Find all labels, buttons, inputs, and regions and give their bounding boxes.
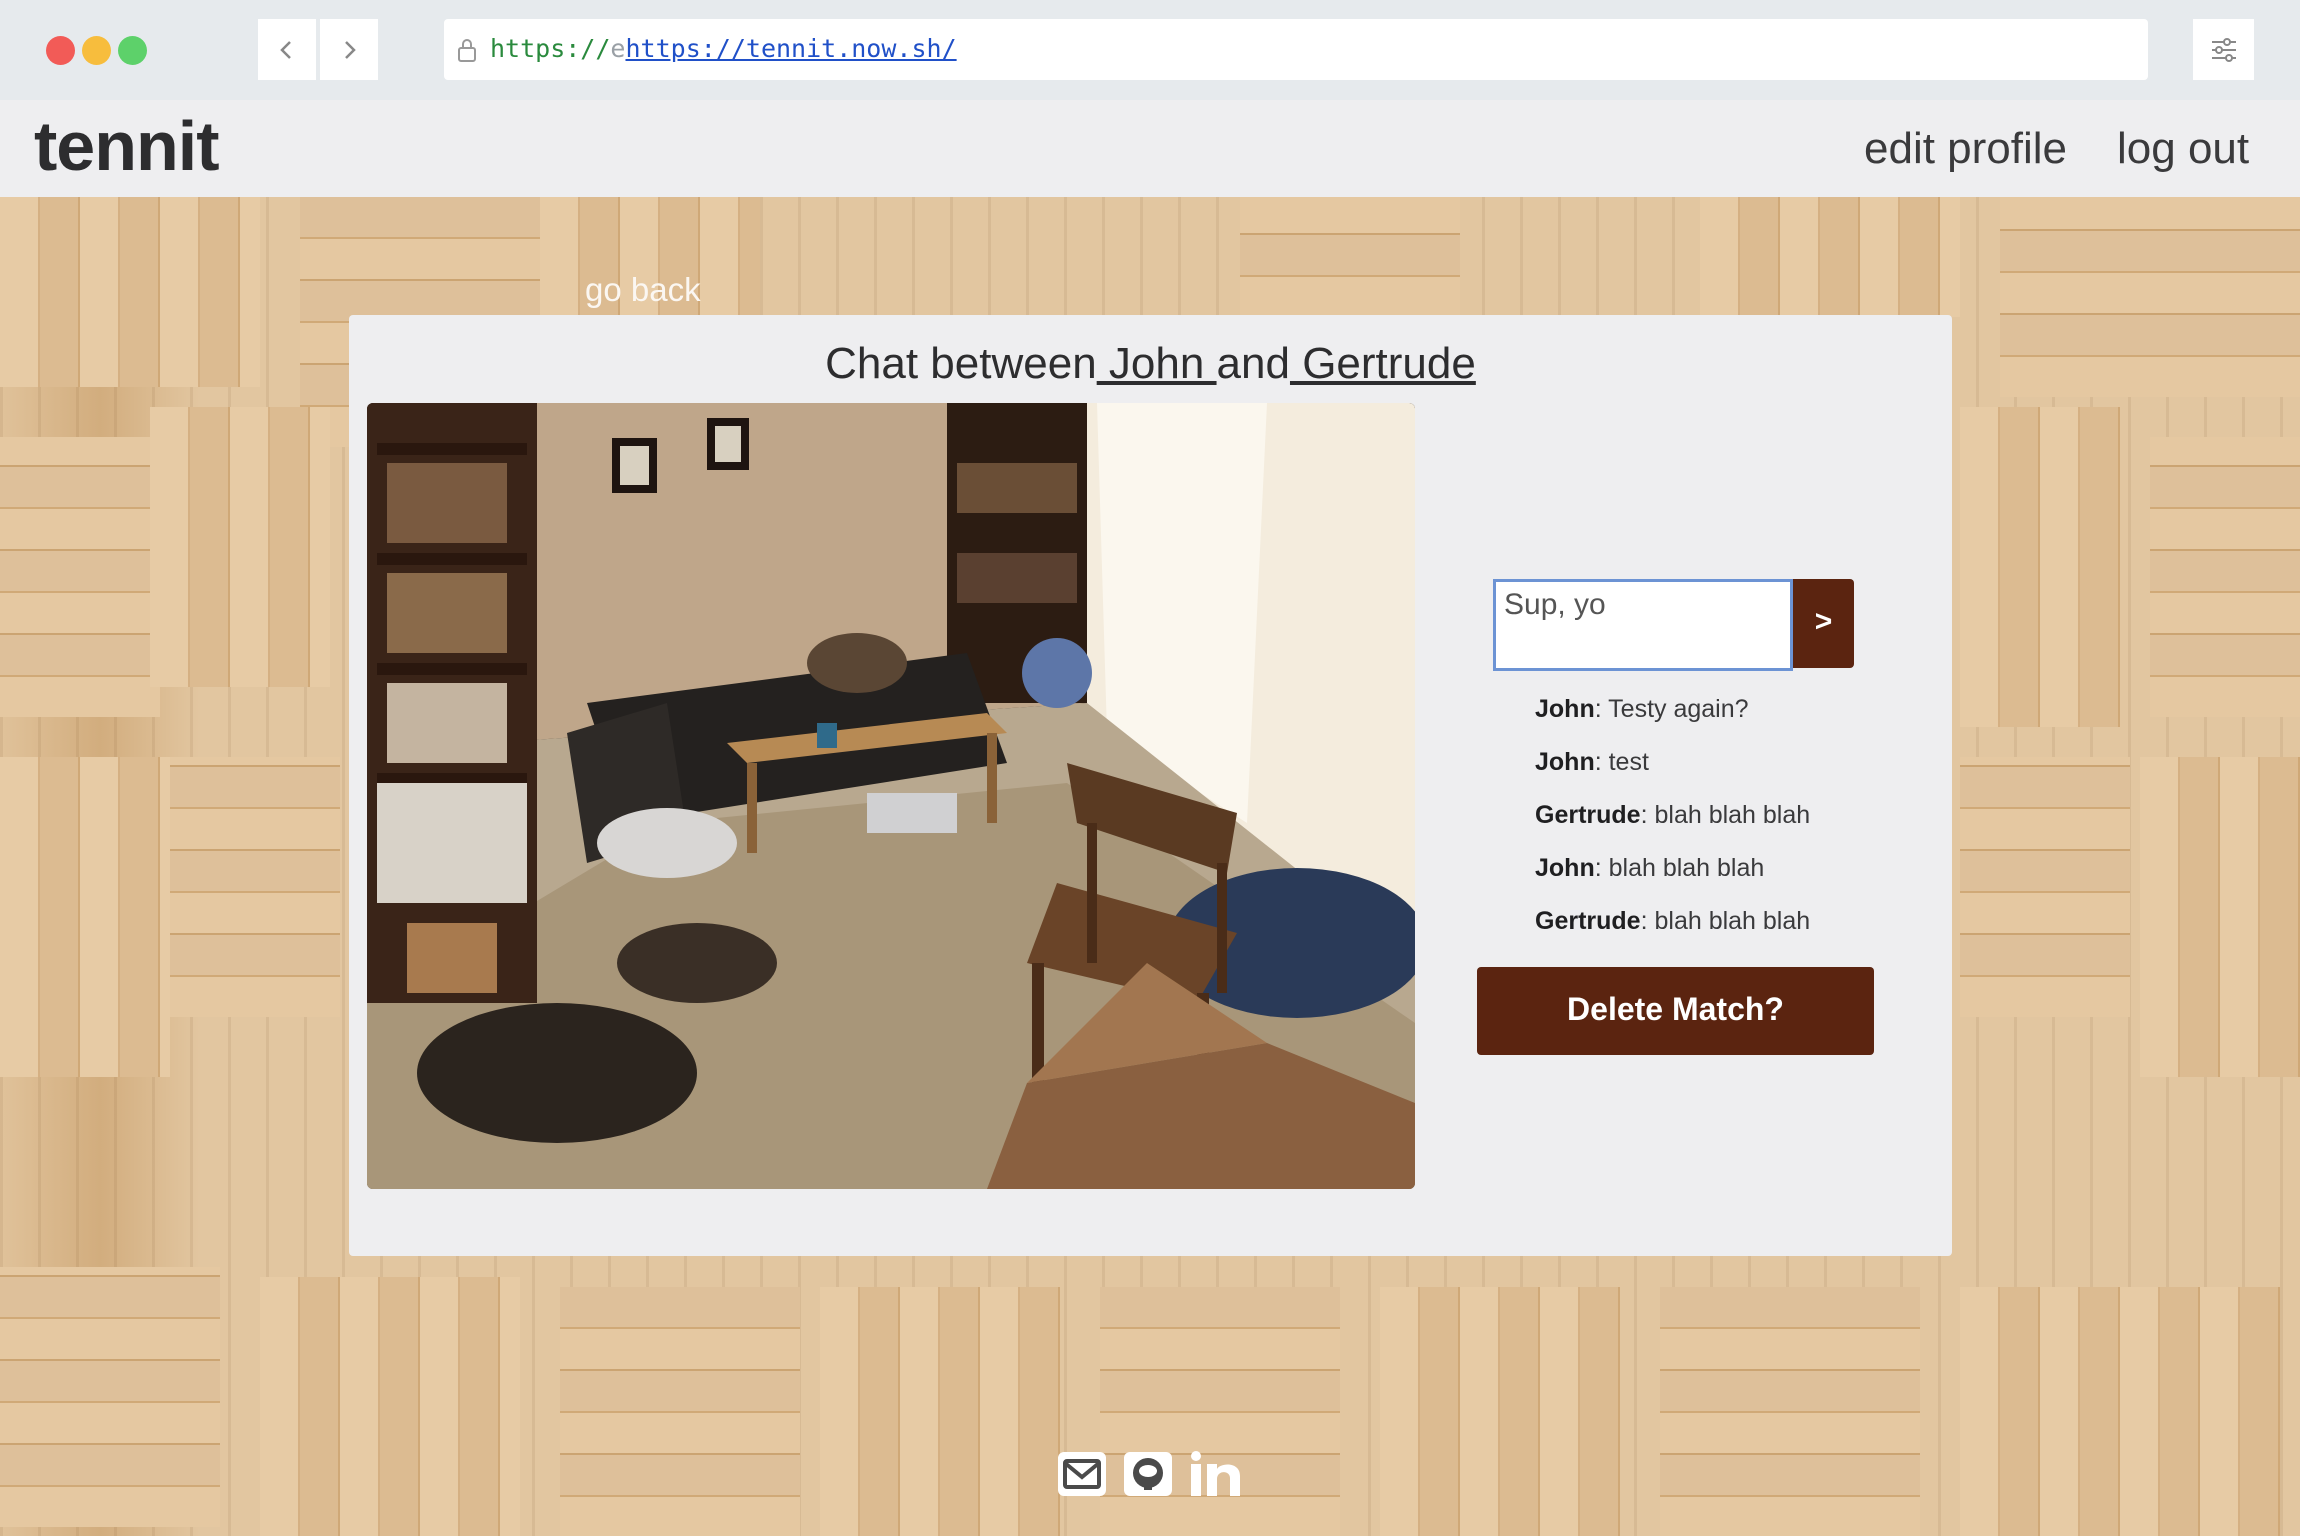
send-button-label: >: [1814, 605, 1833, 638]
room-photo: [367, 403, 1415, 1189]
browser-back-button[interactable]: [258, 19, 317, 80]
delete-match-label: Delete Match?: [1567, 991, 1784, 1027]
chat-message: Gertrude: blah blah blah: [1535, 801, 1811, 829]
edit-profile-link[interactable]: edit profile: [1864, 124, 2067, 174]
log-out-link[interactable]: log out: [2117, 124, 2249, 174]
linkedin-icon[interactable]: [1188, 1448, 1244, 1500]
chevron-left-icon: [280, 41, 291, 59]
minimize-window-dot[interactable]: [82, 36, 111, 65]
go-back-link[interactable]: go back: [585, 271, 701, 309]
user-a-link[interactable]: John: [1097, 339, 1217, 388]
site-header: tennit edit profile log out: [0, 100, 2300, 197]
url-text: https://ehttps://tennit.now.sh/: [490, 34, 957, 63]
chat-message: John: Testy again?: [1535, 695, 1749, 723]
lock-icon: [458, 39, 476, 62]
chat-title: Chat between John and Gertrude: [825, 339, 1476, 388]
delete-match-button[interactable]: Delete Match?: [1477, 967, 1874, 1055]
message-input-text: Sup, yo: [1504, 588, 1606, 621]
site-logo[interactable]: tennit: [34, 106, 220, 186]
room-photo-icon: [367, 403, 1415, 1189]
address-bar[interactable]: https://ehttps://tennit.now.sh/: [444, 19, 2148, 80]
chat-card: Chat between John and Gertrude Sup, yo >…: [349, 315, 1952, 1256]
user-b-link[interactable]: Gertrude: [1290, 339, 1476, 388]
url-link[interactable]: https://tennit.now.sh/: [625, 34, 956, 63]
chat-message: John: blah blah blah: [1535, 854, 1765, 882]
message-list: John: Testy again? John: test Gertrude: …: [1535, 695, 1810, 960]
close-window-dot[interactable]: [46, 36, 75, 65]
browser-chrome: https://ehttps://tennit.now.sh/: [0, 0, 2300, 100]
sliders-icon: [2212, 38, 2236, 62]
github-icon[interactable]: [1122, 1448, 1174, 1500]
chat-message: Gertrude: blah blah blah: [1535, 907, 1811, 935]
browser-forward-button[interactable]: [320, 19, 378, 80]
chat-message: John: test: [1535, 748, 1649, 776]
chevron-right-icon: [345, 41, 356, 59]
browser-settings-button[interactable]: [2193, 19, 2254, 80]
mail-icon[interactable]: [1056, 1448, 1108, 1500]
message-input[interactable]: Sup, yo: [1493, 579, 1793, 671]
send-button[interactable]: >: [1793, 579, 1854, 668]
maximize-window-dot[interactable]: [118, 36, 147, 65]
